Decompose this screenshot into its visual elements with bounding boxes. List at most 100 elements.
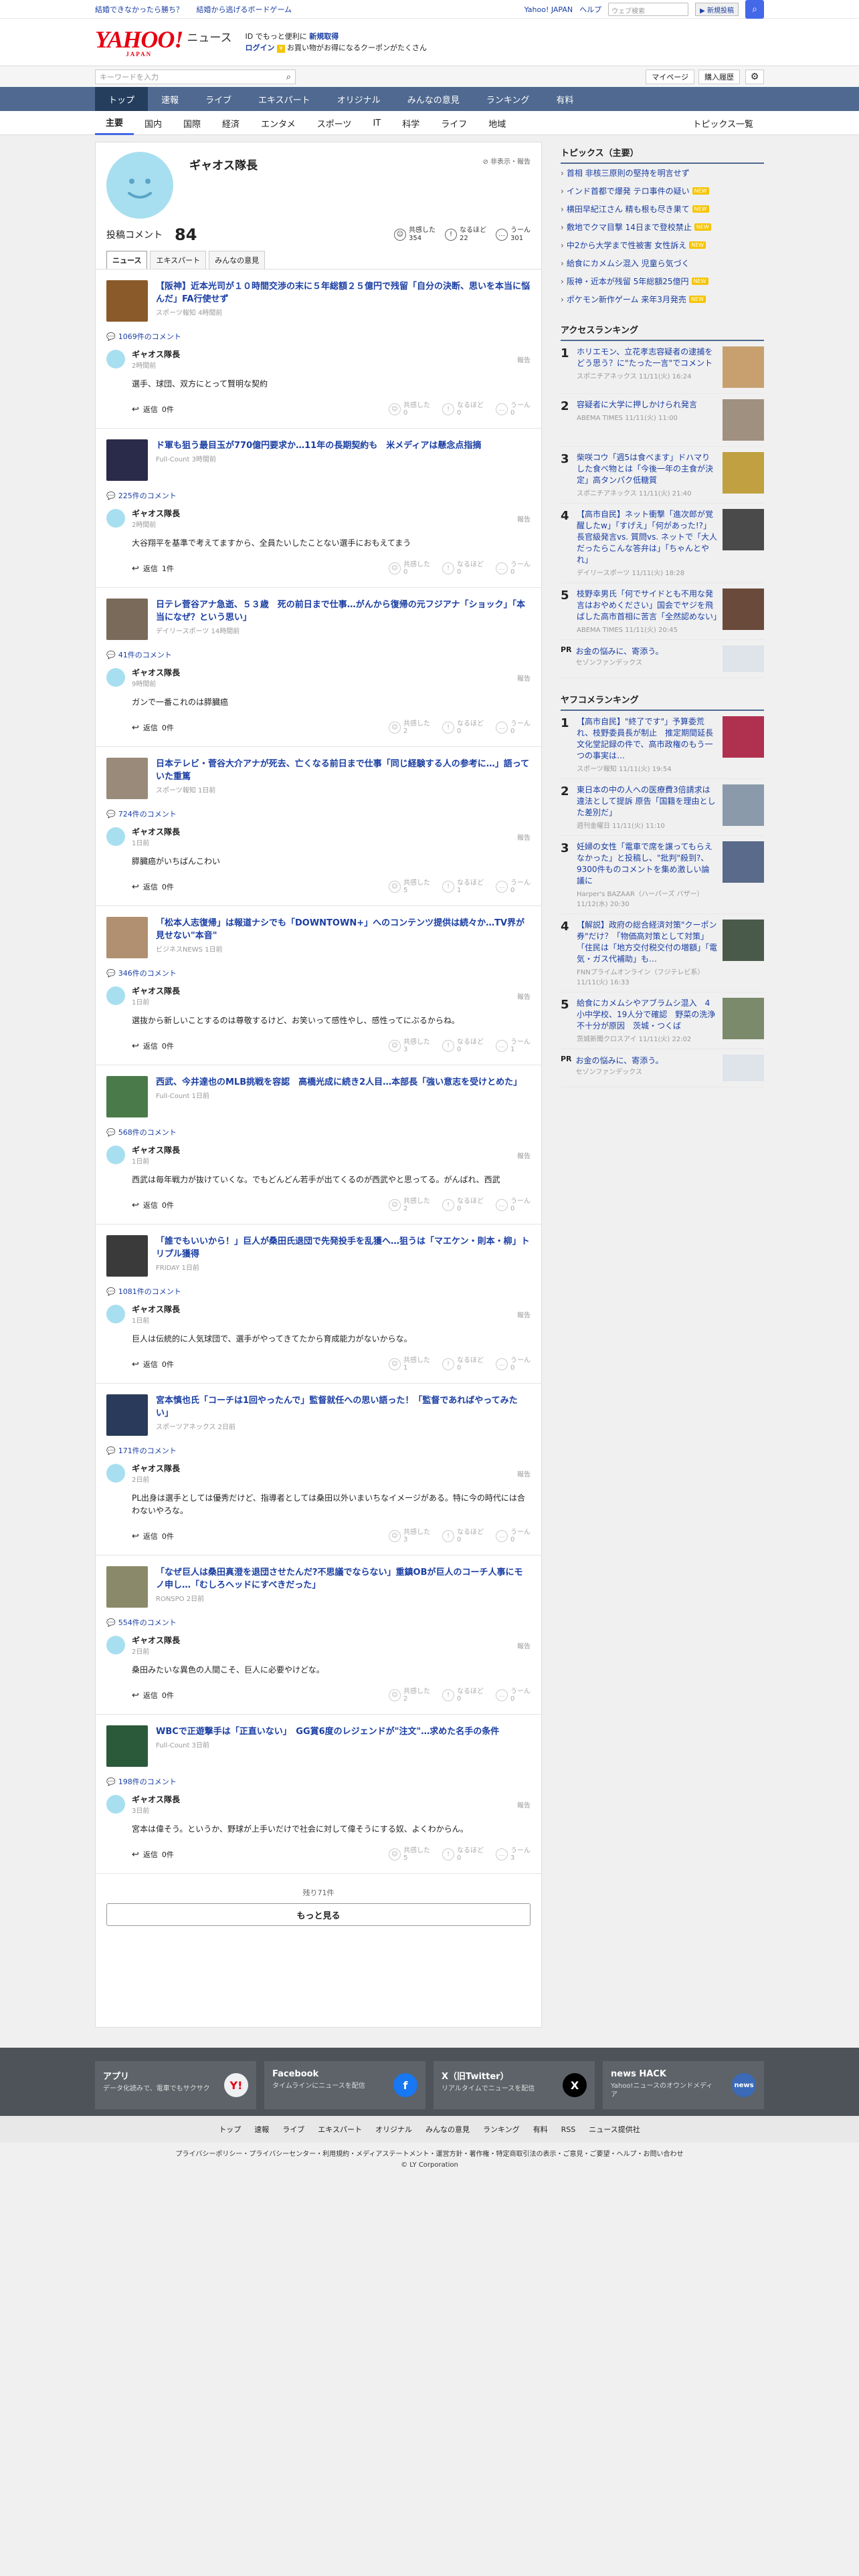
topic-item[interactable]: › 中2から大学まで性被害 女性訴え NEW: [561, 236, 764, 254]
footer-card[interactable]: news HACK Yahoo!ニュースのオウンドメディア news: [603, 2061, 764, 2109]
topics-list-link[interactable]: トピックス一覧: [682, 111, 764, 135]
reply-button[interactable]: ↩ 返信 0件: [132, 1200, 174, 1210]
article-title[interactable]: 「誰でもいいから！」巨人が桑田氏退団で先発投手を乱獲へ…狙うは「マエケン・則本・…: [156, 1235, 531, 1261]
nav-tab[interactable]: トップ: [95, 87, 149, 111]
comment-count-link[interactable]: 💬 346件のコメント: [106, 968, 531, 978]
naruhodo-button[interactable]: ! なるほど 0: [442, 1688, 484, 1703]
mypage-button[interactable]: マイページ: [646, 70, 694, 84]
ranking-item[interactable]: 4 【高市自民】ネット衝撃「進次郎が覚醒したw」「すげえ」「何があった!?」長官級…: [561, 504, 764, 583]
hmm-button[interactable]: … うーん 0: [496, 561, 531, 576]
nav-tab[interactable]: みんなの意見: [394, 87, 473, 111]
empathy-button[interactable]: ☺ 共感した 5: [389, 1847, 430, 1862]
empathy-button[interactable]: ☺ 共感した 0: [389, 402, 430, 417]
search-icon[interactable]: ⌕: [286, 72, 291, 82]
report-link[interactable]: 報告: [517, 991, 531, 1001]
article-title[interactable]: 【阪神】近本光司が１０時間交渉の末に５年総額２５億円で残留「自分の決断、思いを本…: [156, 280, 531, 306]
naruhodo-button[interactable]: ! なるほど 0: [442, 402, 484, 417]
empathy-button[interactable]: ☺ 共感した 2: [389, 1688, 430, 1703]
commenter-name[interactable]: ギャオス隊長: [132, 348, 180, 360]
legal-links[interactable]: プライバシーポリシー・プライバシーセンター・利用規約・メディアステートメント・運…: [0, 2149, 859, 2160]
naruhodo-button[interactable]: ! なるほど 0: [442, 1198, 484, 1212]
ranking-item[interactable]: 3 柴咲コウ「週5は食べます」ドハマりした食べ物とは「今後一年の主食が決定」高タン…: [561, 447, 764, 504]
category-tab[interactable]: 経済: [211, 111, 250, 135]
report-link[interactable]: 報告: [517, 1640, 531, 1650]
naruhodo-button[interactable]: ! なるほど 0: [442, 1039, 484, 1053]
tab-news[interactable]: ニュース: [106, 251, 148, 269]
footer-link[interactable]: ランキング: [483, 2124, 520, 2135]
yahoo-japan-link[interactable]: Yahoo! JAPAN: [524, 5, 573, 14]
report-link[interactable]: 報告: [517, 1469, 531, 1479]
gear-icon[interactable]: ⚙: [745, 70, 764, 84]
footer-link[interactable]: エキスパート: [318, 2124, 362, 2135]
ranking-item[interactable]: 2 容疑者に大学に押しかけられ発言 ABEMA TIMES 11/11(火) 11:…: [561, 394, 764, 447]
nav-tab[interactable]: エキスパート: [245, 87, 324, 111]
empathy-button[interactable]: ☺ 共感した 3: [389, 1039, 430, 1053]
article-title[interactable]: WBCで正遊撃手は「正直いない」 GG賞6度のレジェンドが"注文"…求めた名手の…: [156, 1725, 499, 1738]
reply-button[interactable]: ↩ 返信 0件: [132, 1849, 174, 1860]
hmm-button[interactable]: … うーん 0: [496, 1688, 531, 1703]
ranking-item[interactable]: 4 【解説】政府の総合経済対策"クーポン券"だけ？「物価高対策として対策」「住民は…: [561, 914, 764, 992]
report-link[interactable]: 報告: [517, 354, 531, 364]
footer-link[interactable]: みんなの意見: [425, 2124, 470, 2135]
empathy-button[interactable]: ☺ 共感した 3: [389, 1529, 430, 1543]
comment-count-link[interactable]: 💬 225件のコメント: [106, 490, 531, 501]
footer-card[interactable]: アプリ データ化読みで、電車でもサクサク Y!: [95, 2061, 256, 2109]
hmm-button[interactable]: … うーん 0: [496, 1529, 531, 1543]
comment-count-link[interactable]: 💬 171件のコメント: [106, 1445, 531, 1456]
comment-count-link[interactable]: 💬 198件のコメント: [106, 1776, 531, 1787]
register-link[interactable]: 新規取得: [309, 32, 339, 41]
article-link[interactable]: 西武、今井達也のMLB挑戦を容認 高橋光成に続き2人目…本部長「強い意志を受けと…: [106, 1076, 531, 1117]
yahoo-logo[interactable]: YAHOO! JAPAN: [95, 27, 183, 58]
footer-link[interactable]: RSS: [561, 2125, 576, 2134]
nav-tab[interactable]: ライブ: [192, 87, 245, 111]
report-link[interactable]: 報告: [517, 1800, 531, 1810]
article-title[interactable]: ド軍も狙う最目玉が770億円要求か…11年の長期契約も 米メディアは懸念点指摘: [156, 439, 481, 452]
report-link[interactable]: 報告: [517, 832, 531, 842]
help-link[interactable]: ヘルプ: [579, 4, 601, 15]
commenter-name[interactable]: ギャオス隊長: [132, 1144, 180, 1156]
comment-count-link[interactable]: 💬 1069件のコメント: [106, 331, 531, 342]
article-link[interactable]: 宮本慎也氏「コーチは1回やったんで」監督就任への思い語った！「監督であればやって…: [106, 1394, 531, 1436]
ranking-item[interactable]: 5 給食にカメムシやアブラムシ混入 4小中学校、19人分で確認 野菜の洗浄不十分が…: [561, 992, 764, 1049]
category-tab[interactable]: エンタメ: [250, 111, 306, 135]
empathy-button[interactable]: ☺ 共感した 0: [389, 561, 430, 576]
commenter-name[interactable]: ギャオス隊長: [132, 1303, 180, 1315]
footer-card[interactable]: Facebook タイムラインにニュースを配信 f: [264, 2061, 425, 2109]
top-link[interactable]: 結婚できなかったら勝ち？: [95, 5, 183, 14]
category-tab[interactable]: 地域: [478, 111, 516, 135]
article-title[interactable]: 西武、今井達也のMLB挑戦を容認 高橋光成に続き2人目…本部長「強い意志を受けと…: [156, 1076, 522, 1089]
category-tab[interactable]: 主要: [95, 111, 134, 135]
empathy-button[interactable]: ☺ 共感した 1: [389, 1357, 430, 1372]
search-icon[interactable]: ⌕: [745, 0, 764, 19]
topic-item[interactable]: › インド首都で爆発 テロ事件の疑い NEW: [561, 182, 764, 200]
article-title[interactable]: 宮本慎也氏「コーチは1回やったんで」監督就任への思い語った！「監督であればやって…: [156, 1394, 531, 1420]
top-link[interactable]: 結婚から逃げるボードゲーム: [197, 5, 292, 14]
topic-item[interactable]: › 敷地でクマ目撃 14日まで登校禁止 NEW: [561, 218, 764, 236]
article-title[interactable]: 日本テレビ・菅谷大介アナが死去、亡くなる前日まで仕事「同じ経験する人の参考に…」…: [156, 758, 531, 783]
reply-button[interactable]: ↩ 返信 0件: [132, 881, 174, 892]
ranking-item[interactable]: 5 枝野幸男氏「何でサイドとも不用な発言はおやめください」国会でヤジを飛ばした高市…: [561, 583, 764, 640]
comment-count-link[interactable]: 💬 568件のコメント: [106, 1127, 531, 1138]
article-link[interactable]: 日テレ菅谷アナ急逝、５３歳 死の前日まで仕事…がんから復帰の元フジアナ「ショック…: [106, 599, 531, 640]
ranking-item[interactable]: 2 東日本の中の人への医療費3倍請求は違法として提訴 原告「国籍を理由とした差別だ…: [561, 779, 764, 836]
article-link[interactable]: 日本テレビ・菅谷大介アナが死去、亡くなる前日まで仕事「同じ経験する人の参考に…」…: [106, 758, 531, 799]
empathy-button[interactable]: ☺ 共感した 2: [389, 1198, 430, 1212]
comment-count-link[interactable]: 💬 41件のコメント: [106, 649, 531, 660]
hmm-button[interactable]: … うーん 0: [496, 720, 531, 735]
nav-tab[interactable]: 有料: [543, 87, 587, 111]
hmm-button[interactable]: … うーん 0: [496, 1198, 531, 1212]
tab-expert[interactable]: エキスパート: [150, 251, 207, 269]
article-link[interactable]: 「誰でもいいから！」巨人が桑田氏退団で先発投手を乱獲へ…狙うは「マエケン・則本・…: [106, 1235, 531, 1277]
commenter-name[interactable]: ギャオス隊長: [132, 826, 180, 837]
report-link[interactable]: 報告: [517, 1309, 531, 1319]
reply-button[interactable]: ↩ 返信 0件: [132, 722, 174, 733]
commenter-name[interactable]: ギャオス隊長: [132, 1634, 180, 1646]
comment-count-link[interactable]: 💬 554件のコメント: [106, 1617, 531, 1628]
footer-link[interactable]: 有料: [533, 2124, 548, 2135]
pr-ad[interactable]: PR お金の悩みに、寄添う。 セゾンファンデックス: [561, 640, 764, 678]
show-more-button[interactable]: もっと見る: [106, 1903, 531, 1926]
footer-link[interactable]: ライブ: [282, 2124, 304, 2135]
empathy-button[interactable]: ☺ 共感した 5: [389, 879, 430, 894]
reply-button[interactable]: ↩ 返信 0件: [132, 1359, 174, 1370]
nav-tab[interactable]: ランキング: [473, 87, 543, 111]
